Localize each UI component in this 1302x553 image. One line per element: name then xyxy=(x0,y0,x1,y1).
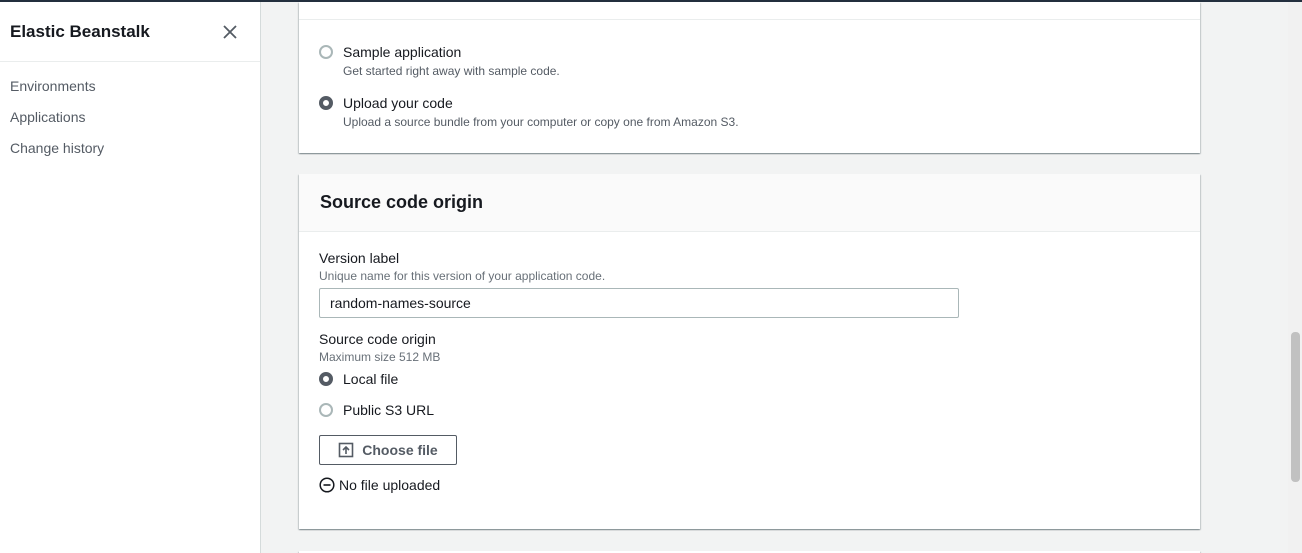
upload-code-description: Upload a source bundle from your compute… xyxy=(343,115,739,129)
sample-application-option[interactable]: Sample application Get started right awa… xyxy=(319,43,560,79)
local-file-option[interactable]: Local file xyxy=(319,370,398,388)
card-header-strip xyxy=(299,2,1200,20)
sidebar-item-applications[interactable]: Applications xyxy=(0,107,260,138)
upload-code-option[interactable]: Upload your code Upload a source bundle … xyxy=(319,94,739,130)
version-label-label: Version label xyxy=(319,250,400,266)
sidebar: Elastic Beanstalk Environments Applicati… xyxy=(0,2,261,553)
public-s3-url-option[interactable]: Public S3 URL xyxy=(319,401,434,419)
upload-code-radio[interactable] xyxy=(319,96,333,110)
file-status: No file uploaded xyxy=(319,477,440,493)
sidebar-header: Elastic Beanstalk xyxy=(0,2,260,62)
upload-code-label: Upload your code xyxy=(343,95,453,111)
file-status-text: No file uploaded xyxy=(339,477,441,493)
main-content: Sample application Get started right awa… xyxy=(262,2,1288,553)
version-label-description: Unique name for this version of your app… xyxy=(319,269,606,283)
source-code-origin-card: Source code origin Version label Unique … xyxy=(299,174,1200,529)
local-file-label: Local file xyxy=(343,371,399,387)
close-icon[interactable] xyxy=(222,24,238,40)
sidebar-title: Elastic Beanstalk xyxy=(10,21,150,41)
public-s3-url-label: Public S3 URL xyxy=(343,402,435,418)
card-header: Source code origin xyxy=(299,174,1200,232)
sidebar-nav: Environments Applications Change history xyxy=(0,62,260,169)
public-s3-url-text: Public S3 URL xyxy=(343,401,434,419)
sample-application-radio[interactable] xyxy=(319,45,333,59)
local-file-text: Local file xyxy=(343,370,398,388)
sample-application-label: Sample application xyxy=(343,44,462,60)
choose-file-button[interactable]: Choose file xyxy=(319,435,457,465)
source-origin-label: Source code origin xyxy=(319,331,436,347)
minus-circle-icon xyxy=(319,477,335,493)
upload-icon xyxy=(338,442,354,458)
scrollbar[interactable] xyxy=(1288,2,1302,553)
upload-code-text: Upload your code Upload a source bundle … xyxy=(343,94,739,130)
version-label-input[interactable] xyxy=(319,288,959,318)
card-title: Source code origin xyxy=(320,192,484,212)
sample-application-description: Get started right away with sample code. xyxy=(343,64,560,78)
scrollbar-thumb[interactable] xyxy=(1291,332,1300,482)
application-code-card: Sample application Get started right awa… xyxy=(299,2,1200,153)
source-origin-description: Maximum size 512 MB xyxy=(319,350,441,364)
public-s3-url-radio[interactable] xyxy=(319,403,333,417)
sample-application-text: Sample application Get started right awa… xyxy=(343,43,560,79)
sidebar-item-environments[interactable]: Environments xyxy=(0,76,260,107)
choose-file-label: Choose file xyxy=(362,442,438,458)
sidebar-item-change-history[interactable]: Change history xyxy=(0,138,260,169)
local-file-radio[interactable] xyxy=(319,372,333,386)
